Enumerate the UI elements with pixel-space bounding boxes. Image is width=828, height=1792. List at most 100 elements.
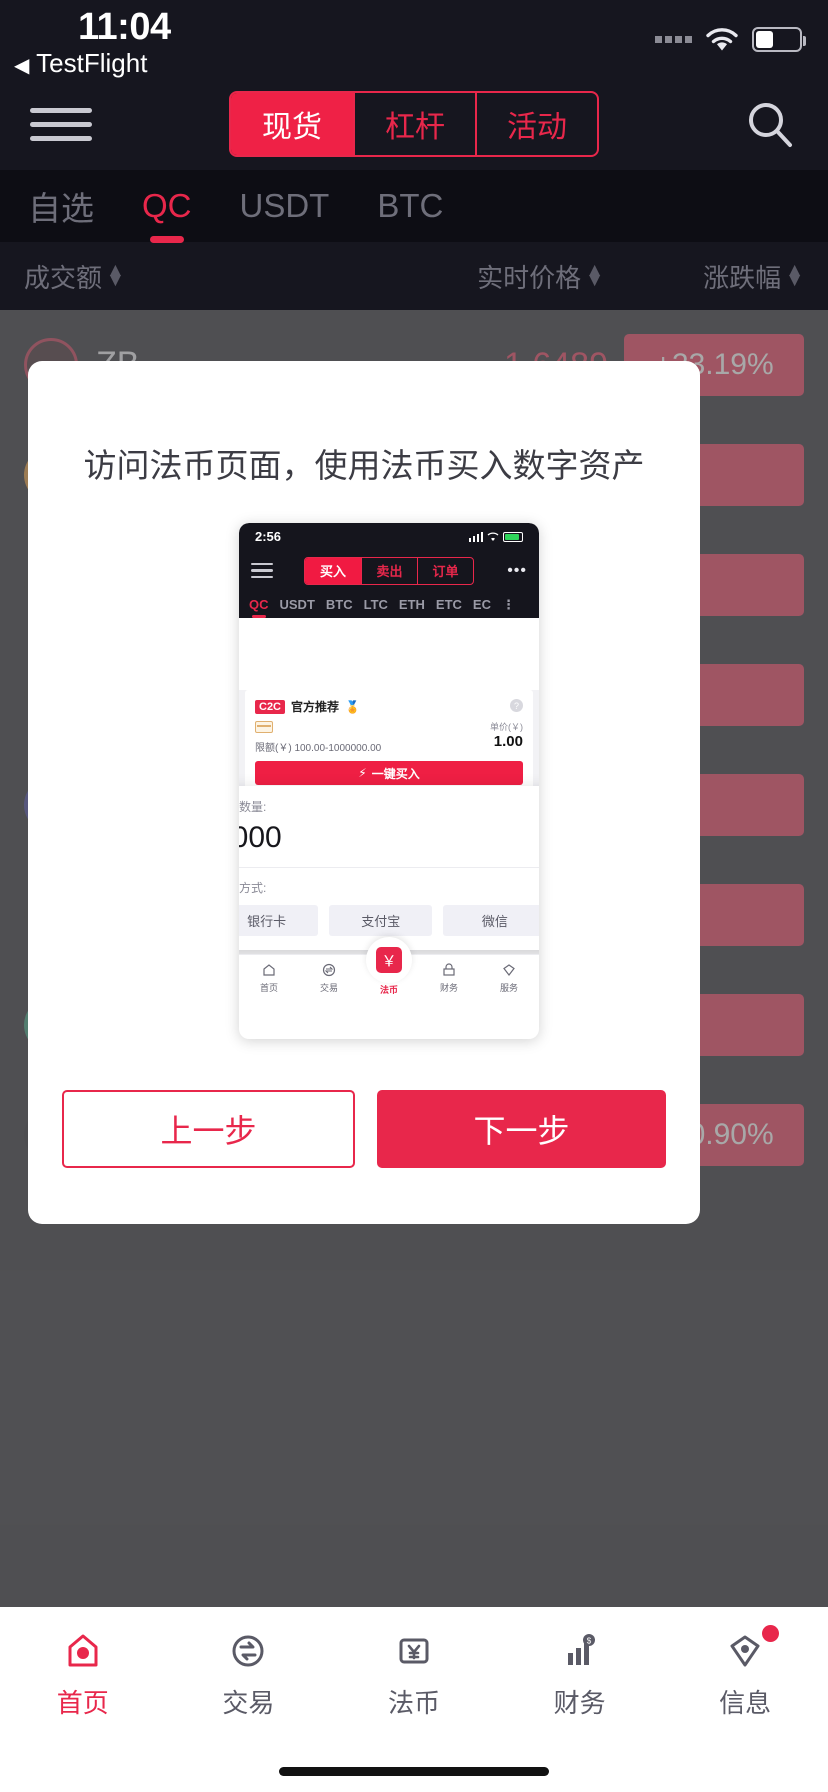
- mock-coin-tab-eth[interactable]: ETH: [399, 597, 425, 612]
- prev-step-button[interactable]: 上一步: [62, 1090, 355, 1168]
- mock-nav-finance[interactable]: 财务: [419, 962, 479, 994]
- mock-nav-service[interactable]: 服务: [396, 959, 539, 994]
- mock-coin-tab-usdt[interactable]: USDT: [280, 597, 315, 612]
- status-indicators: [655, 26, 806, 52]
- nav-trade[interactable]: 交易: [166, 1629, 332, 1720]
- nav-home[interactable]: 首页: [0, 1629, 166, 1720]
- c2c-unit-label: 单价(￥): [490, 722, 523, 732]
- mock-coin-tabs-overflow-icon[interactable]: ⋮: [502, 597, 515, 613]
- home-icon: [263, 963, 275, 976]
- hamburger-menu-icon[interactable]: [30, 107, 92, 141]
- status-bar: 11:04 ◀ TestFlight: [0, 0, 828, 78]
- pay-method-wechat[interactable]: 微信: [443, 905, 539, 936]
- mock-coin-tab-btc[interactable]: BTC: [326, 597, 353, 612]
- search-icon[interactable]: [736, 96, 798, 152]
- home-icon: [68, 1634, 98, 1667]
- question-icon[interactable]: ?: [510, 699, 523, 712]
- pay-method-alipay[interactable]: 支付宝: [329, 905, 433, 936]
- exchange-icon: [322, 963, 336, 976]
- tutorial-screenshot: 2:56 买入 卖出 订单 ••• QC USDT BTC LTC ETH ET…: [239, 523, 539, 1039]
- mock-tab-sell[interactable]: 卖出: [361, 557, 417, 584]
- service-icon: [503, 963, 515, 976]
- tab-activity[interactable]: 活动: [475, 93, 597, 155]
- mock-coin-tab-ltc[interactable]: LTC: [364, 597, 388, 612]
- market-table-header: 成交额 ▲ ▼ 实时价格 ▲ ▼ 涨跌幅 ▲ ▼: [0, 242, 828, 310]
- mock-nav-finance-label: 财务: [439, 982, 458, 993]
- modal-actions: 上一步 下一步: [62, 1090, 666, 1168]
- tab-spot[interactable]: 现货: [231, 93, 353, 155]
- c2c-title: 官方推荐: [291, 700, 340, 714]
- battery-icon: [752, 26, 806, 52]
- col-price-label: 实时价格: [477, 262, 582, 293]
- tab-leverage[interactable]: 杠杆: [353, 93, 475, 155]
- home-indicator: [279, 1767, 549, 1776]
- market-tab-btc[interactable]: BTC: [371, 187, 449, 225]
- pay-label: 付款方式:: [239, 881, 267, 895]
- finance-icon: [443, 962, 455, 976]
- nav-trade-label: 交易: [222, 1688, 275, 1718]
- fiat-fab[interactable]: ￥: [366, 937, 412, 983]
- c2c-badge: C2C: [255, 699, 286, 714]
- mock-signal-icon: [468, 531, 483, 542]
- svg-text:$: $: [586, 1637, 591, 1646]
- nav-messages[interactable]: 信息: [662, 1625, 828, 1720]
- mock-header: 买入 卖出 订单 •••: [239, 550, 539, 591]
- mock-battery-icon: [503, 531, 523, 542]
- mock-tab-buy[interactable]: 买入: [305, 557, 361, 584]
- bottom-navigation: 首页 交易 法币 $ 财务 信息: [0, 1607, 828, 1792]
- col-volume[interactable]: 成交额 ▲ ▼: [24, 258, 404, 295]
- hamburger-menu-icon[interactable]: [251, 562, 273, 579]
- signal-dots-icon: [655, 35, 692, 43]
- market-tab-qc[interactable]: QC: [136, 187, 198, 225]
- sort-icon: ▲ ▼: [785, 259, 804, 291]
- sort-icon: ▲ ▼: [585, 259, 604, 291]
- more-dots-icon[interactable]: •••: [505, 563, 527, 578]
- finance-chart-icon: $: [567, 1634, 595, 1665]
- pay-method-bankcard[interactable]: 银行卡: [239, 905, 319, 936]
- badge-dot: [762, 1625, 780, 1642]
- mock-tab-orders[interactable]: 订单: [417, 557, 473, 584]
- status-time: 11:04: [78, 6, 171, 48]
- qty-label: 购买数量:: [239, 800, 267, 814]
- nav-finance-label: 财务: [553, 1688, 606, 1718]
- mock-coin-tab-qc[interactable]: QC: [249, 597, 269, 612]
- mock-dark-header: 2:56 买入 卖出 订单 ••• QC USDT BTC LTC ETH ET…: [239, 523, 539, 618]
- mock-nav-trade[interactable]: 交易: [299, 962, 359, 994]
- next-step-button[interactable]: 下一步: [377, 1090, 666, 1168]
- mock-nav-trade-label: 交易: [319, 982, 338, 993]
- market-tab-usdt[interactable]: USDT: [234, 187, 336, 225]
- nav-fiat[interactable]: 法币: [331, 1629, 497, 1720]
- back-arrow-icon: ◀: [14, 55, 30, 77]
- mock-coin-tab-ec[interactable]: EC: [473, 597, 491, 612]
- back-app-label: TestFlight: [36, 48, 148, 78]
- c2c-limit: 限额(￥) 100.00-1000000.00: [255, 743, 382, 754]
- col-change[interactable]: 涨跌幅 ▲ ▼: [604, 258, 804, 295]
- back-to-testflight[interactable]: ◀ TestFlight: [14, 48, 147, 79]
- nav-home-label: 首页: [56, 1688, 109, 1718]
- mock-coin-tab-etc[interactable]: ETC: [436, 597, 462, 612]
- mock-nav-fiat[interactable]: ￥ 法币: [359, 937, 419, 996]
- qty-value[interactable]: 1000: [239, 821, 282, 855]
- sort-icon: ▲ ▼: [106, 259, 125, 291]
- mock-wifi-icon: [487, 532, 499, 541]
- market-tab-favorites[interactable]: 自选: [22, 182, 100, 230]
- nav-fiat-label: 法币: [387, 1688, 440, 1718]
- purchase-overlay-card: 购买数量: 1000 QC 付款方式: 银行卡 支付宝 微信 ▾: [239, 786, 539, 950]
- fiat-icon: [399, 1638, 429, 1664]
- header-segmented-control: 现货 杠杆 活动: [92, 91, 736, 157]
- app-header: 现货 杠杆 活动: [0, 78, 828, 170]
- nav-finance[interactable]: $ 财务: [497, 1629, 663, 1720]
- mock-nav-home[interactable]: 首页: [239, 962, 299, 994]
- market-tabs: 自选 QC USDT BTC: [0, 170, 828, 242]
- col-price[interactable]: 实时价格 ▲ ▼: [404, 258, 604, 295]
- mock-body: C2C 官方推荐 🏅 ? 单价(￥) 1.00 限额(￥) 100.00-100…: [239, 690, 539, 1000]
- message-icon: [730, 1635, 760, 1667]
- onboarding-modal: 访问法币页面，使用法币买入数字资产 2:56 买入 卖出 订单 ••• QC U…: [28, 361, 700, 1224]
- bolt-icon: ⚡: [358, 766, 367, 780]
- mock-status-bar: 2:56: [239, 523, 539, 550]
- mock-nav-fiat-label: 法币: [379, 985, 398, 995]
- nav-messages-label: 信息: [719, 1688, 772, 1718]
- c2c-buy-button[interactable]: ⚡ 一键买入: [255, 761, 523, 785]
- modal-title: 访问法币页面，使用法币买入数字资产: [83, 447, 645, 484]
- bank-card-icon: [255, 721, 273, 733]
